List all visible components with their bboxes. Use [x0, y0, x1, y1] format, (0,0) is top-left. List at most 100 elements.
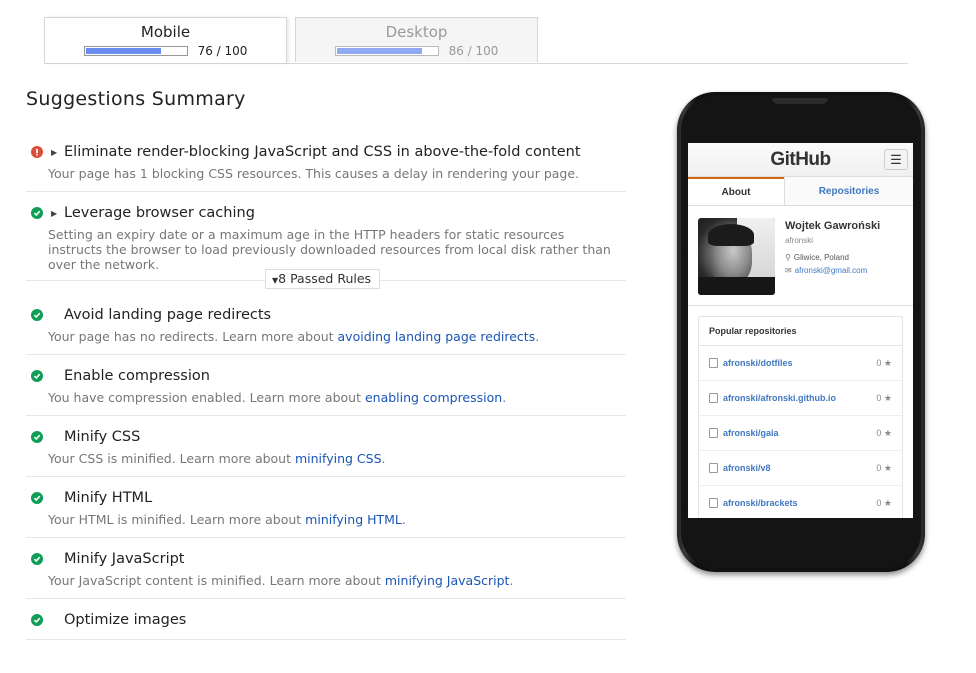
star-icon: ★ [883, 497, 892, 508]
star-count: 0 [876, 497, 882, 508]
rule-description-text: Your page has no redirects. Learn more a… [48, 329, 338, 344]
score-text: 76 / 100 [197, 44, 248, 58]
check-icon [31, 492, 43, 504]
rule-description-text: Your HTML is minified. Learn more about [48, 512, 306, 527]
learn-more-link[interactable]: minifying CSS [295, 451, 382, 466]
rule-title: Minify JavaScript [64, 551, 185, 567]
rule-title: Enable compression [64, 368, 210, 384]
rule-header: ▶Avoid landing page redirects [26, 306, 626, 324]
star-icon: ★ [883, 357, 892, 368]
github-tabs: About Repositories [688, 177, 913, 206]
repo-stars: 0 ★ [876, 393, 892, 404]
rule-item: ▶ Eliminate render-blocking JavaScript a… [26, 137, 626, 192]
repo-stars: 0 ★ [876, 358, 892, 369]
tab-label: Desktop [385, 23, 448, 41]
repo-name: afronski/brackets [723, 498, 798, 508]
rule-header: ▶Minify JavaScript [26, 550, 626, 568]
rule-title: Leverage browser caching [64, 205, 255, 221]
period: . [502, 390, 507, 405]
period: . [509, 573, 514, 588]
error-icon [31, 146, 43, 158]
repo-name: afronski/dotfiles [723, 358, 793, 368]
page-title: Suggestions Summary [26, 88, 246, 110]
rule-header: ▶Minify CSS [26, 428, 626, 446]
avatar [698, 218, 775, 295]
repo-book-icon [709, 358, 718, 368]
tab-label: Mobile [140, 23, 191, 41]
learn-more-link[interactable]: minifying HTML [305, 512, 402, 527]
tab-mobile[interactable]: Mobile 76 / 100 [44, 17, 287, 63]
score-bar [83, 46, 188, 56]
profile-location: Gliwice, Poland [793, 253, 849, 262]
github-logo: GitHub [770, 149, 831, 170]
rule-description-text: You have compression enabled. Learn more… [48, 390, 365, 405]
rule-header: ▶Optimize images [26, 611, 626, 629]
learn-more-link[interactable]: avoiding landing page redirects [338, 329, 536, 344]
learn-more-link[interactable]: enabling compression [365, 390, 502, 405]
repo-book-icon [709, 498, 718, 508]
device-tabs: Mobile 76 / 100 Desktop 86 / 100 [44, 17, 908, 64]
profile-name: Wojtek Gawroński [785, 220, 881, 232]
expand-caret-icon[interactable]: ▶ [51, 209, 60, 218]
passed-rules-toggle[interactable]: ▼8 Passed Rules [265, 269, 381, 289]
star-count: 0 [876, 357, 882, 368]
repo-book-icon [709, 428, 718, 438]
star-count: 0 [876, 462, 882, 473]
rule-header: ▶Minify HTML [26, 489, 626, 507]
star-count: 0 [876, 392, 882, 403]
github-header: GitHub ☰ [688, 143, 913, 177]
popular-repos: Popular repositories afronski/dotfiles 0 … [698, 316, 903, 518]
check-icon [31, 207, 43, 219]
repo-name: afronski/gaia [723, 428, 779, 438]
check-icon [31, 309, 43, 321]
repo-name: afronski/afronski.github.io [723, 393, 837, 403]
passed-rules-divider: ▼8 Passed Rules [26, 269, 626, 289]
rule-description-text: Your CSS is minified. Learn more about [48, 451, 295, 466]
profile-email: afronski@gmail.com [794, 266, 868, 275]
repo-stars: 0 ★ [876, 428, 892, 439]
repo-item: afronski/brackets 0 ★ [699, 486, 902, 518]
rule-description: Setting an expiry date or a maximum age … [48, 227, 611, 272]
repo-book-icon [709, 393, 718, 403]
rule-title: Avoid landing page redirects [64, 307, 272, 323]
repo-stars: 0 ★ [876, 498, 892, 509]
star-count: 0 [876, 427, 882, 438]
rule-title: Eliminate render-blocking JavaScript and… [64, 144, 581, 160]
rule-title: Optimize images [64, 612, 187, 628]
github-tab-repositories: Repositories [784, 177, 913, 205]
repos-title: Popular repositories [699, 317, 902, 346]
check-icon [31, 431, 43, 443]
rule-item: ▶Minify CSS Your CSS is minified. Learn m… [26, 416, 626, 477]
period: . [381, 451, 386, 466]
rule-item: ▶Minify JavaScript Your JavaScript conten… [26, 538, 626, 599]
score-bar-fill [336, 48, 423, 54]
profile-card: Wojtek Gawroński afronski ⚲ Gliwice, Pola… [688, 206, 913, 306]
hamburger-menu-icon: ☰ [884, 149, 908, 170]
tab-desktop[interactable]: Desktop 86 / 100 [295, 17, 538, 62]
github-tab-about: About [688, 177, 784, 205]
passed-rules-list: ▶Avoid landing page redirects Your page h… [26, 306, 626, 640]
check-icon [31, 370, 43, 382]
repo-book-icon [709, 463, 718, 473]
phone-preview: GitHub ☰ About Repositories Wojtek Gawro… [677, 92, 925, 572]
star-icon: ★ [883, 427, 892, 438]
phone-screen: GitHub ☰ About Repositories Wojtek Gawro… [688, 143, 913, 518]
rule-item: ▶Optimize images [26, 599, 626, 640]
learn-more-link[interactable]: minifying JavaScript [385, 573, 510, 588]
star-icon: ★ [883, 462, 892, 473]
expand-caret-icon[interactable]: ▶ [51, 148, 60, 157]
rule-header[interactable]: ▶ Eliminate render-blocking JavaScript a… [26, 143, 626, 161]
rule-description: Your HTML is minified. Learn more about … [48, 512, 626, 527]
rules-list: ▶ Eliminate render-blocking JavaScript a… [26, 137, 626, 640]
passed-rules-label: 8 Passed Rules [278, 271, 372, 286]
rule-item: ▶Avoid landing page redirects Your page h… [26, 306, 626, 355]
rule-header[interactable]: ▶ Leverage browser caching [26, 204, 626, 222]
rule-description: Your page has no redirects. Learn more a… [48, 329, 626, 344]
rule-title: Minify HTML [64, 490, 153, 506]
rule-item: ▶ Leverage browser caching Setting an ex… [26, 192, 626, 272]
rule-description: Your CSS is minified. Learn more about m… [48, 451, 626, 466]
mail-icon: ✉ [785, 266, 792, 275]
rule-description: Your JavaScript content is minified. Lea… [48, 573, 626, 588]
repo-item: afronski/v8 0 ★ [699, 451, 902, 486]
rule-item: ▶Enable compression You have compression … [26, 355, 626, 416]
